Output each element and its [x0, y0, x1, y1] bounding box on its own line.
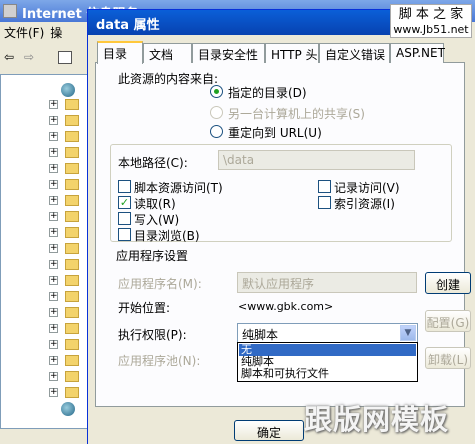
checkbox-script-source-label: 脚本资源访问(T) — [134, 181, 223, 195]
menu-file[interactable]: 文件(F) — [4, 26, 44, 40]
watermark-top-line1: 脚 本 之 家 — [398, 7, 464, 22]
background-toolbar: ⇦ ⇨ — [0, 46, 100, 72]
exec-permission-dropdown: 无 纯脚本 脚本和可执行文件 — [237, 342, 418, 382]
tree-expander[interactable]: + — [49, 372, 58, 381]
folder-icon[interactable] — [65, 147, 79, 158]
folder-icon[interactable] — [65, 259, 79, 270]
folder-icon[interactable] — [65, 307, 79, 318]
tree-expander[interactable]: + — [49, 308, 58, 317]
folder-icon[interactable] — [65, 387, 79, 398]
tab-documents[interactable]: 文档 — [143, 43, 192, 63]
start-location-label: 开始位置: — [118, 301, 171, 315]
app-settings-heading: 应用程序设置 — [116, 249, 189, 263]
chevron-down-icon[interactable]: ▼ — [400, 325, 416, 341]
watermark-top-line2: www.Jb51.net — [393, 23, 469, 36]
tab-directory-security[interactable]: 目录安全性 — [192, 43, 265, 63]
tree-expander[interactable]: + — [49, 180, 58, 189]
forward-arrow-icon[interactable]: ⇨ — [24, 50, 34, 64]
watermark-bottom: 跟版网模板 — [304, 403, 450, 436]
checkbox-directory-browsing[interactable] — [118, 228, 131, 241]
start-location-value: <www.gbk.com> — [238, 300, 334, 313]
radio-redirect-url[interactable] — [210, 125, 223, 138]
folder-icon[interactable] — [65, 195, 79, 206]
folder-icon[interactable] — [65, 131, 79, 142]
tree-expander[interactable]: + — [49, 148, 58, 157]
checkbox-log-visits[interactable] — [318, 180, 331, 193]
checkbox-directory-browsing-label: 目录浏览(B) — [134, 229, 200, 243]
folder-icon[interactable] — [65, 179, 79, 190]
tree-expander[interactable]: + — [49, 132, 58, 141]
checkbox-log-visits-label: 记录访问(V) — [334, 181, 400, 195]
background-menubar: 文件(F) 操 — [0, 24, 100, 44]
website-globe-icon[interactable] — [61, 83, 75, 97]
checkbox-write[interactable] — [118, 212, 131, 225]
folder-icon[interactable] — [65, 323, 79, 334]
local-path-label: 本地路径(C): — [118, 156, 188, 170]
checkbox-read[interactable]: ✓ — [118, 196, 131, 209]
tree-expander[interactable]: + — [49, 340, 58, 349]
folder-icon[interactable] — [65, 99, 79, 110]
folder-icon[interactable] — [65, 291, 79, 302]
tree-expander[interactable]: + — [49, 276, 58, 285]
tab-directory[interactable]: 目录 — [97, 41, 143, 64]
tree-expander[interactable]: + — [49, 116, 58, 125]
checkbox-script-source[interactable] — [118, 180, 131, 193]
radio-redirect-url-label: 重定向到 URL(U) — [228, 126, 322, 140]
folder-icon[interactable] — [65, 115, 79, 126]
tab-custom-errors[interactable]: 自定义错误 — [319, 43, 390, 63]
tree-expander[interactable]: + — [49, 260, 58, 269]
back-arrow-icon[interactable]: ⇦ — [4, 50, 14, 64]
checkbox-read-label: 读取(R) — [134, 197, 176, 211]
folder-icon[interactable] — [65, 211, 79, 222]
radio-specified-directory-label: 指定的目录(D) — [228, 86, 307, 100]
folder-icon[interactable] — [65, 227, 79, 238]
up-folder-icon[interactable] — [58, 51, 72, 64]
app-name-field: 默认应用程序 — [237, 272, 417, 293]
app-pool-label: 应用程序池(N): — [118, 354, 201, 368]
checkbox-write-label: 写入(W) — [134, 213, 180, 227]
ok-button[interactable]: 确定 — [234, 420, 304, 441]
tree-expander[interactable]: + — [49, 292, 58, 301]
tree-expander[interactable]: + — [49, 356, 58, 365]
exec-permission-label: 执行权限(P): — [118, 328, 187, 342]
checkbox-index-resource[interactable] — [318, 196, 331, 209]
tree-expander[interactable]: + — [49, 244, 58, 253]
folder-icon[interactable] — [65, 339, 79, 350]
tree-expander[interactable]: + — [49, 324, 58, 333]
folder-icon[interactable] — [65, 163, 79, 174]
tab-http-headers[interactable]: HTTP 头 — [265, 43, 319, 63]
site-tree: + + + + + + + + + + + + + + + + + + + — [0, 74, 100, 429]
tree-expander[interactable]: + — [49, 196, 58, 205]
checkbox-index-resource-label: 索引资源(I) — [334, 197, 395, 211]
tree-expander[interactable]: + — [49, 388, 58, 397]
create-button[interactable]: 创建 — [425, 272, 471, 294]
website-globe-icon[interactable] — [61, 402, 75, 416]
radio-network-share — [210, 106, 223, 119]
exec-permission-select[interactable]: 纯脚本 — [237, 323, 418, 343]
tab-aspnet[interactable]: ASP.NET — [390, 43, 445, 63]
tree-expander[interactable]: + — [49, 228, 58, 237]
local-path-field: \data — [218, 150, 415, 170]
exec-option-scripts-exec[interactable]: 脚本和可执行文件 — [239, 368, 416, 380]
content-source-heading: 此资源的内容来自: — [118, 72, 219, 86]
unload-button: 卸载(L) — [425, 347, 471, 369]
tree-expander[interactable]: + — [49, 212, 58, 221]
radio-network-share-label: 另一台计算机上的共享(S) — [228, 107, 365, 121]
folder-icon[interactable] — [65, 355, 79, 366]
menu-action[interactable]: 操 — [50, 26, 62, 40]
config-button: 配置(G) — [425, 310, 471, 332]
radio-specified-directory[interactable] — [210, 85, 223, 98]
app-name-label: 应用程序名(M): — [118, 277, 202, 291]
tree-expander[interactable]: + — [49, 100, 58, 109]
folder-icon[interactable] — [65, 371, 79, 382]
folder-icon[interactable] — [65, 243, 79, 254]
watermark-top: 脚 本 之 家 www.Jb51.net — [390, 4, 472, 38]
iis-icon — [3, 4, 17, 18]
folder-icon[interactable] — [65, 275, 79, 286]
tree-expander[interactable]: + — [49, 164, 58, 173]
